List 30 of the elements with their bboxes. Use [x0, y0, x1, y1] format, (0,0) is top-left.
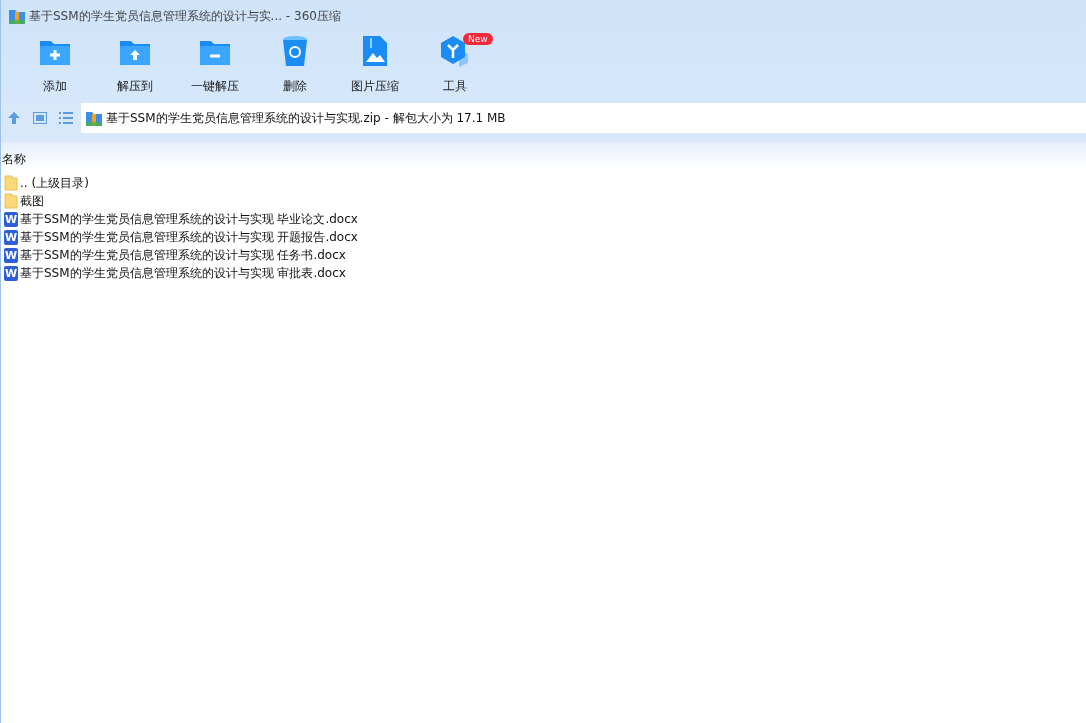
zip-archive-icon	[86, 110, 102, 126]
new-badge: New	[463, 33, 493, 45]
toolbar-button[interactable]: 删除	[255, 33, 335, 95]
toolbar-button[interactable]: 图片压缩	[335, 33, 415, 95]
file-name[interactable]: 基于SSM的学生党员信息管理系统的设计与实现 毕业论文.docx	[20, 210, 358, 228]
toolbar-button[interactable]: 解压到	[95, 33, 175, 95]
toolbar-button[interactable]: 添加	[15, 33, 95, 95]
thumbnail-view-icon	[33, 112, 47, 124]
list-icon	[59, 112, 73, 124]
word-document-icon: W	[4, 247, 18, 263]
toolbar-button[interactable]: 一键解压	[175, 33, 255, 95]
recycle-bin-icon	[282, 35, 308, 67]
folder-icon	[4, 193, 18, 209]
column-header[interactable]: 名称	[1, 151, 26, 168]
zip-archive-icon	[9, 9, 25, 24]
toolbar-button[interactable]: 工具 New	[415, 33, 495, 95]
folder-icon	[4, 175, 18, 191]
address-bar[interactable]: 基于SSM的学生党员信息管理系统的设计与实现.zip - 解包大小为 17.1 MB	[81, 103, 1086, 133]
up-arrow-icon	[7, 111, 21, 125]
word-document-icon: W	[4, 211, 18, 227]
cube-icon	[439, 35, 471, 67]
file-name[interactable]: 基于SSM的学生党员信息管理系统的设计与实现 任务书.docx	[20, 246, 346, 264]
word-document-icon: W	[4, 265, 18, 281]
image-file-icon	[362, 35, 388, 67]
file-name[interactable]: .. (上级目录)	[20, 174, 89, 192]
file-name[interactable]: 基于SSM的学生党员信息管理系统的设计与实现 审批表.docx	[20, 264, 346, 282]
file-name[interactable]: 基于SSM的学生党员信息管理系统的设计与实现 开题报告.docx	[20, 228, 358, 246]
file-name[interactable]: 截图	[20, 192, 44, 210]
word-document-icon: W	[4, 229, 18, 245]
window-title: 基于SSM的学生党员信息管理系统的设计与实... - 360压缩	[29, 8, 341, 25]
